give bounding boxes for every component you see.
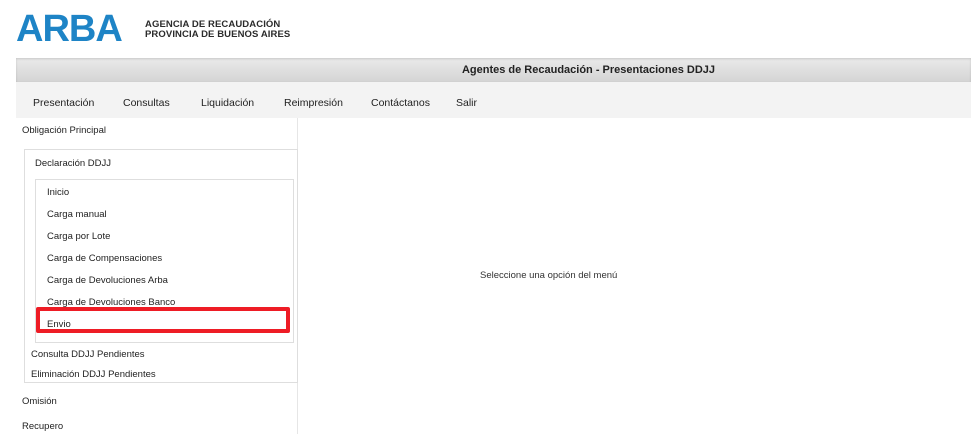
main-menu: Presentación Consultas Liquidación Reimp… bbox=[16, 82, 971, 118]
sidebar-item-recupero[interactable]: Recupero bbox=[22, 421, 63, 432]
menu-reimpresion[interactable]: Reimpresión bbox=[284, 97, 343, 109]
submenu-carga-por-lote[interactable]: Carga por Lote bbox=[47, 231, 110, 242]
declaracion-submenu: Inicio Carga manual Carga por Lote Carga… bbox=[35, 179, 294, 343]
submenu-inicio[interactable]: Inicio bbox=[47, 187, 69, 198]
submenu-carga-compensaciones[interactable]: Carga de Compensaciones bbox=[47, 253, 162, 264]
arba-logo: ARBA bbox=[16, 8, 123, 50]
agency-name: AGENCIA DE RECAUDACIÓN PROVINCIA DE BUEN… bbox=[145, 20, 290, 40]
menu-presentacion[interactable]: Presentación bbox=[33, 97, 94, 109]
declaracion-panel: Declaración DDJJ Inicio Carga manual Car… bbox=[24, 149, 298, 383]
title-bar: Agentes de Recaudación - Presentaciones … bbox=[16, 58, 971, 82]
select-option-message: Seleccione una opción del menú bbox=[480, 270, 618, 281]
sidebar-item-omision[interactable]: Omisión bbox=[22, 396, 57, 407]
menu-liquidacion[interactable]: Liquidación bbox=[201, 97, 254, 109]
agency-name-line2: PROVINCIA DE BUENOS AIRES bbox=[145, 29, 291, 40]
submenu-carga-manual[interactable]: Carga manual bbox=[47, 209, 107, 220]
menu-salir[interactable]: Salir bbox=[456, 97, 477, 109]
menu-consultas[interactable]: Consultas bbox=[123, 97, 170, 109]
sidebar: Obligación Principal Declaración DDJJ In… bbox=[16, 118, 298, 434]
sidebar-item-consulta-pendientes[interactable]: Consulta DDJJ Pendientes bbox=[31, 349, 145, 360]
page-title: Agentes de Recaudación - Presentaciones … bbox=[461, 64, 716, 76]
envio-highlight-box bbox=[36, 307, 290, 333]
main-content: Seleccione una opción del menú bbox=[298, 118, 971, 434]
sidebar-item-eliminacion-pendientes[interactable]: Eliminación DDJJ Pendientes bbox=[31, 369, 156, 380]
submenu-carga-devoluciones-arba[interactable]: Carga de Devoluciones Arba bbox=[47, 275, 168, 286]
sidebar-item-obligacion-principal[interactable]: Obligación Principal bbox=[22, 125, 106, 136]
menu-contactanos[interactable]: Contáctanos bbox=[371, 97, 430, 109]
header: ARBA AGENCIA DE RECAUDACIÓN PROVINCIA DE… bbox=[0, 0, 971, 56]
sidebar-item-declaracion-ddjj[interactable]: Declaración DDJJ bbox=[35, 158, 111, 169]
